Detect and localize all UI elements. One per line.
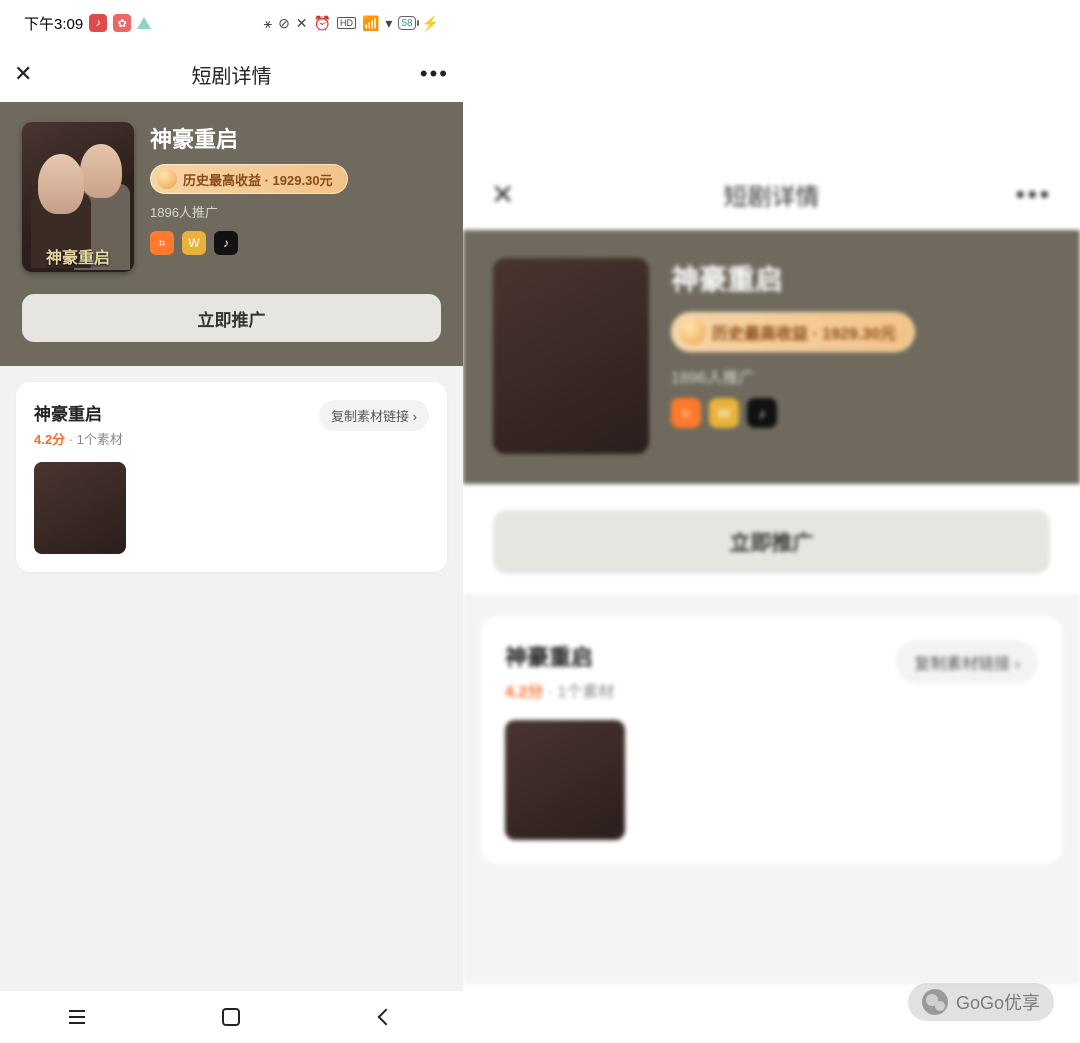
right-title-bar: ✕ 短剧详情 •••: [463, 158, 1080, 230]
right-page-title: 短剧详情: [463, 177, 1080, 212]
hd-icon: HD: [337, 17, 356, 29]
android-nav-bar: [0, 991, 463, 1043]
earnings-text: 历史最高收益 · 1929.30元: [183, 170, 333, 189]
close-icon[interactable]: ✕: [14, 61, 32, 87]
weixin-icon: W: [182, 231, 206, 255]
status-app-icon-3: [137, 17, 151, 29]
page-title: 短剧详情: [0, 60, 463, 89]
more-icon[interactable]: •••: [420, 61, 449, 87]
right-drama-title: 神豪重启: [671, 258, 1050, 298]
earnings-badge: 历史最高收益 · 1929.30元: [150, 164, 348, 194]
drama-title: 神豪重启: [150, 122, 441, 154]
status-bar: 下午3:09 ♪ ✿ ⚹ ⊘ ✕ ⏰ HD 📶 ▾ 58 ⚡: [0, 0, 463, 46]
right-earnings-badge: 历史最高收益 · 1929.30元: [671, 312, 915, 352]
watermark-text: GoGo优享: [956, 989, 1040, 1015]
right-douyin-icon: ♪: [747, 398, 777, 428]
bluetooth-icon: ⚹: [264, 15, 272, 32]
right-close-icon[interactable]: ✕: [491, 178, 514, 211]
right-card-subtitle: 4.2分 · 1个素材: [505, 678, 614, 702]
right-promote-now-button[interactable]: 立即推广: [493, 510, 1050, 574]
nav-menu-button[interactable]: [65, 1005, 89, 1029]
signal-icon: 📶: [362, 15, 379, 32]
drama-cover[interactable]: 神豪重启: [22, 122, 134, 272]
rating-score: 4.2分: [34, 432, 65, 447]
card-subtitle: 4.2分 · 1个素材: [34, 429, 123, 448]
right-drama-cover[interactable]: 神豪重启: [493, 258, 649, 454]
douyin-icon: ♪: [214, 231, 238, 255]
vibrate-icon: ✕: [296, 15, 308, 32]
right-earnings-text: 历史最高收益 · 1929.30元: [712, 320, 896, 344]
platform-row: ⌗ W ♪: [150, 231, 441, 255]
phone-left-screenshot: 下午3:09 ♪ ✿ ⚹ ⊘ ✕ ⏰ HD 📶 ▾ 58 ⚡ ✕ 短剧详情 ••…: [0, 0, 463, 1043]
right-material-count: 1个素材: [557, 684, 614, 701]
hero-section: 神豪重启 神豪重启 历史最高收益 · 1929.30元 1896人推广 ⌗ W …: [0, 102, 463, 366]
promoter-count: 1896人推广: [150, 202, 441, 221]
right-coin-icon: [680, 319, 706, 345]
right-card-title: 神豪重启: [505, 640, 614, 672]
material-thumbnail[interactable]: 神豪重启: [34, 462, 126, 554]
right-kuaishou-icon: ⌗: [671, 398, 701, 428]
status-app-icon-1: ♪: [89, 14, 107, 32]
right-material-card: 神豪重启 4.2分 · 1个素材 复制素材链接 › 神豪重启: [481, 616, 1062, 864]
right-rating-score: 4.2分: [505, 684, 543, 701]
dnd-icon: ⊘: [278, 15, 290, 32]
right-material-thumbnail[interactable]: 神豪重启: [505, 720, 625, 840]
card-title: 神豪重启: [34, 400, 123, 425]
right-platform-row: ⌗ W ♪: [671, 398, 1050, 428]
material-card: 神豪重启 4.2分 · 1个素材 复制素材链接 › 神豪重启: [16, 382, 447, 572]
wechat-icon: [922, 989, 948, 1015]
content-area: 神豪重启 4.2分 · 1个素材 复制素材链接 › 神豪重启: [0, 366, 463, 991]
phone-right-enlarged: ✕ 短剧详情 ••• 神豪重启 神豪重启 历史最高收益 · 1929.3: [463, 0, 1080, 1043]
promote-now-button[interactable]: 立即推广: [22, 294, 441, 342]
right-promoter-count: 1896人推广: [671, 364, 1050, 388]
coin-icon: [157, 169, 177, 189]
battery-icon: 58: [398, 16, 415, 30]
right-copy-material-link-button[interactable]: 复制素材链接 ›: [896, 640, 1038, 684]
status-app-icon-2: ✿: [113, 14, 131, 32]
charging-icon: ⚡: [422, 15, 439, 32]
nav-back-button[interactable]: [374, 1005, 398, 1029]
kuaishou-icon: ⌗: [150, 231, 174, 255]
cover-caption: 神豪重启: [22, 244, 134, 268]
material-count: 1个素材: [77, 432, 123, 447]
nav-home-button[interactable]: [219, 1005, 243, 1029]
watermark: GoGo优享: [908, 983, 1054, 1021]
right-weixin-icon: W: [709, 398, 739, 428]
alarm-icon: ⏰: [314, 15, 331, 32]
title-bar: ✕ 短剧详情 •••: [0, 46, 463, 102]
copy-material-link-button[interactable]: 复制素材链接 ›: [319, 400, 429, 431]
wifi-icon: ▾: [385, 15, 392, 32]
right-more-icon[interactable]: •••: [1016, 179, 1052, 210]
right-hero-section: 神豪重启 神豪重启 历史最高收益 · 1929.30元 1896人推广 ⌗ W …: [463, 230, 1080, 484]
status-time: 下午3:09: [24, 13, 83, 34]
